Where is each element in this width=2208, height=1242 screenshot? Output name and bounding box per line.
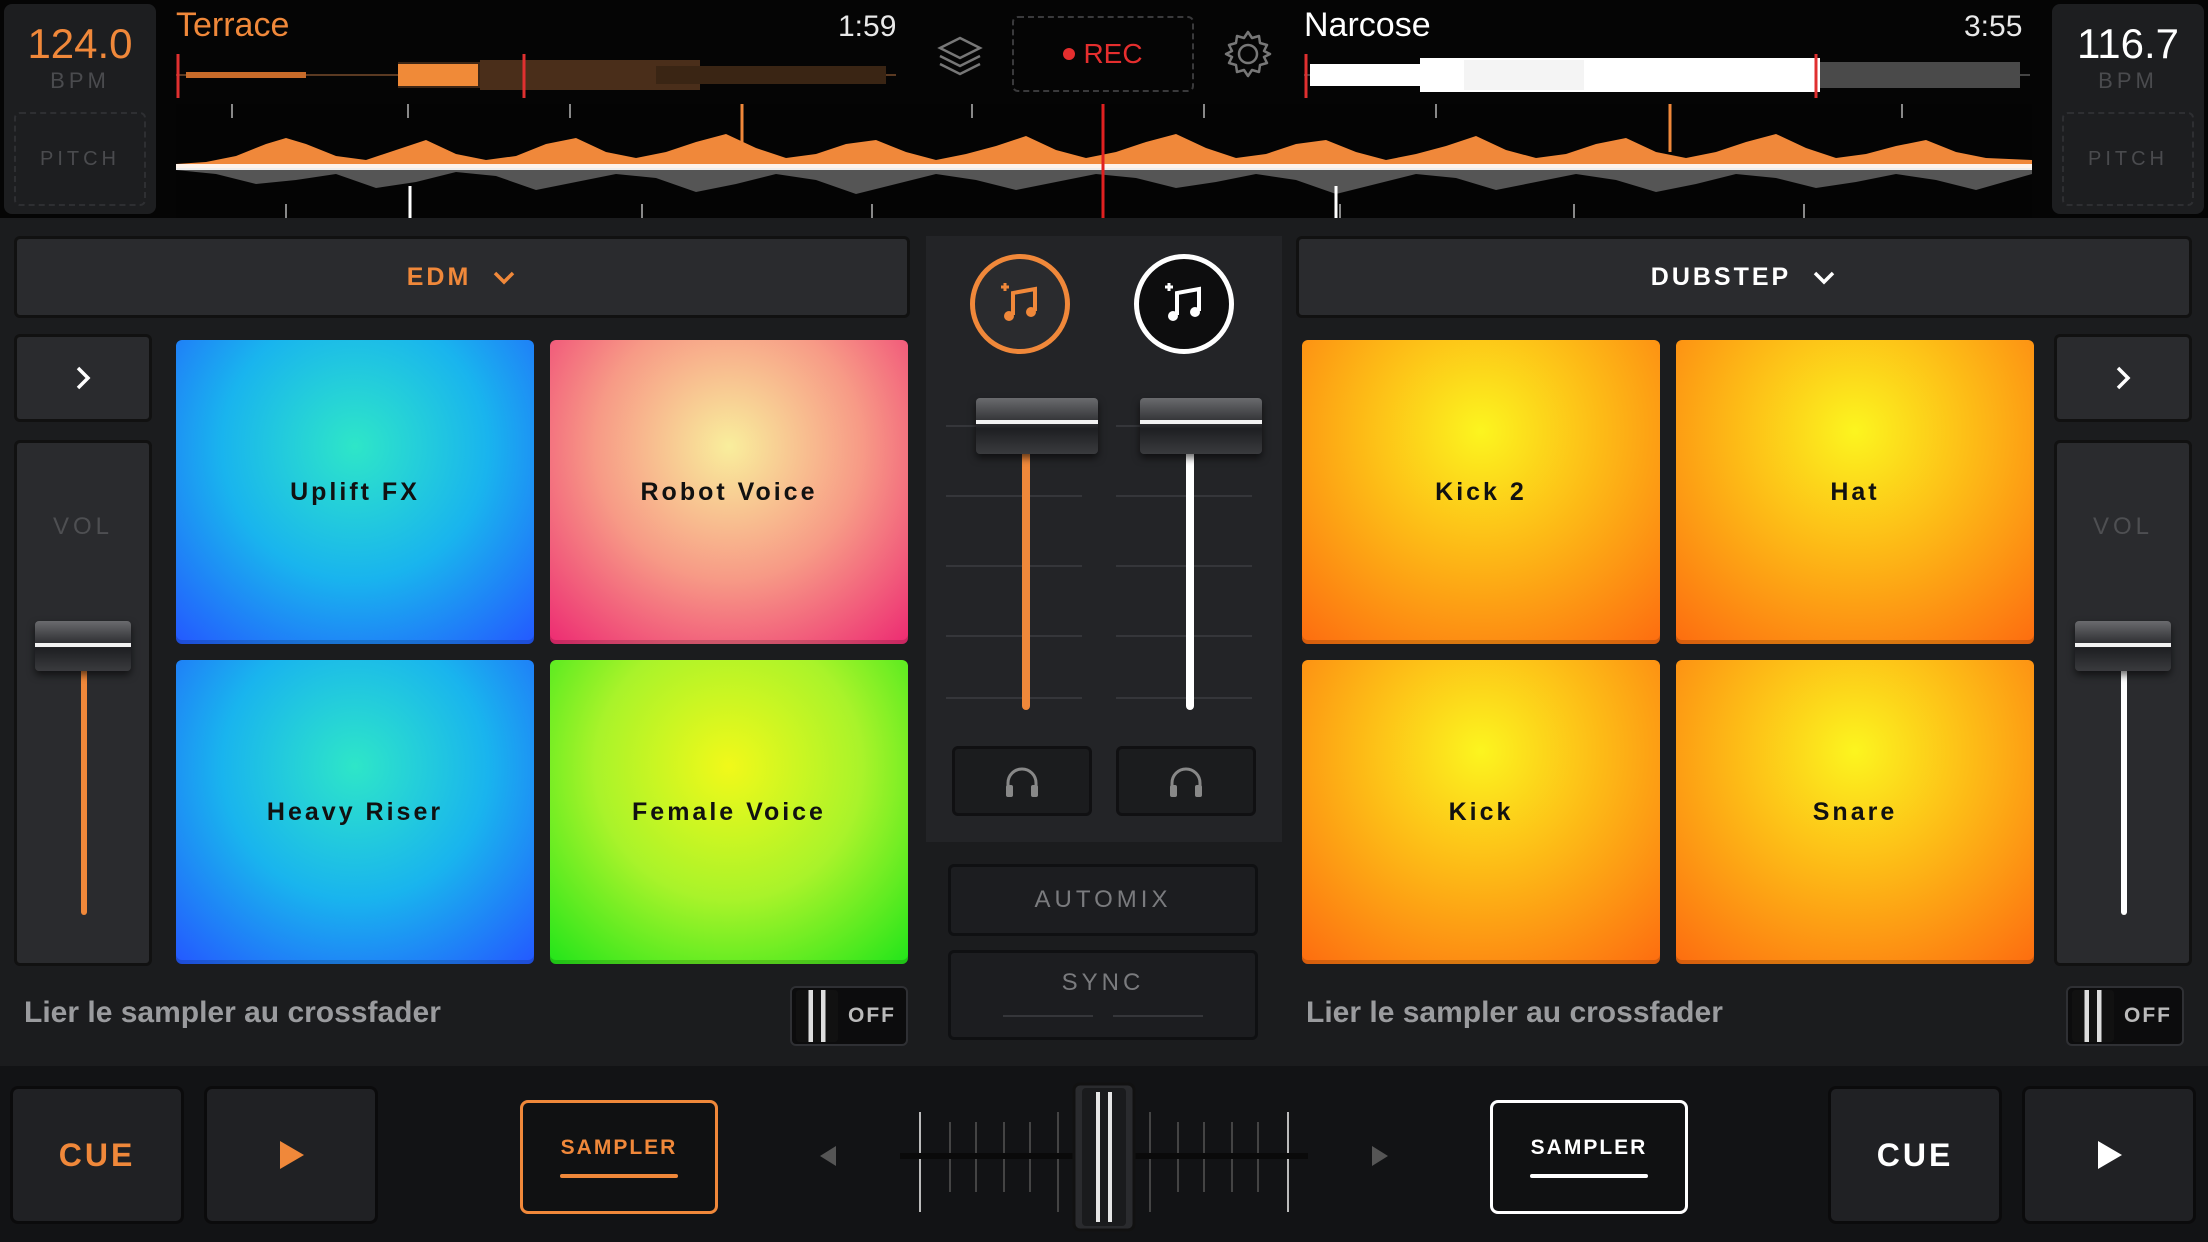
deck-b-track-time: 3:55 xyxy=(1964,10,2023,43)
play-icon xyxy=(280,1141,304,1169)
sampler-label: SAMPLER xyxy=(560,1136,678,1159)
sampler-underline xyxy=(560,1174,678,1178)
headphones-icon xyxy=(1170,767,1202,797)
pad-kick[interactable]: Kick xyxy=(1302,660,1660,964)
sync-indicator xyxy=(1003,1015,1203,1017)
pad-label: Uplift FX xyxy=(290,477,420,506)
deck-a-overview-waveform[interactable] xyxy=(176,52,896,98)
add-music-icon xyxy=(1001,283,1037,321)
pad-label: Kick 2 xyxy=(1435,477,1527,506)
chevron-right-icon xyxy=(2116,366,2131,390)
automix-button[interactable]: AUTOMIX xyxy=(948,864,1258,936)
deck-a-genre-selector[interactable]: EDM xyxy=(14,236,910,318)
add-music-icon xyxy=(1165,283,1201,321)
deck-b-pitch-button[interactable]: PITCH xyxy=(2062,112,2194,206)
record-label: REC xyxy=(1083,38,1143,69)
deck-a-next-page-button[interactable] xyxy=(14,334,152,422)
deck-a-headphone-button[interactable] xyxy=(952,746,1092,816)
headphones-icon xyxy=(1006,767,1038,797)
toggle-knob xyxy=(2072,990,2114,1042)
deck-a-crossfader-link-toggle[interactable]: OFF xyxy=(790,986,908,1046)
deck-b-overview-waveform[interactable] xyxy=(1304,52,2030,98)
toggle-knob xyxy=(796,990,838,1042)
pad-uplift-fx[interactable]: Uplift FX xyxy=(176,340,534,644)
deck-b-track-title: Narcose xyxy=(1304,6,1431,44)
pad-label: Hat xyxy=(1830,477,1880,506)
deck-a-crossfader-link-label: Lier le sampler au crossfader xyxy=(24,996,441,1029)
deck-b-cue-button[interactable]: CUE xyxy=(1828,1086,2002,1224)
chevron-right-icon xyxy=(76,366,91,390)
deck-b-channel-fader[interactable] xyxy=(1140,398,1262,454)
sync-label: SYNC xyxy=(1061,969,1145,996)
deck-b-load-track-button[interactable] xyxy=(1134,254,1234,354)
top-bar: 124.0 BPM PITCH Terrace 1:59 REC Narcose… xyxy=(0,0,2208,218)
deck-b-genre-label: DUBSTEP xyxy=(1650,262,1792,291)
deck-b-crossfader-link-label: Lier le sampler au crossfader xyxy=(1306,996,1723,1029)
deck-a-play-button[interactable] xyxy=(204,1086,378,1224)
deck-a-vol-label: VOL xyxy=(52,513,114,540)
chevron-down-icon xyxy=(1813,271,1835,285)
deck-b-volume-track xyxy=(2121,653,2127,915)
deck-b-bpm-unit: BPM xyxy=(2098,68,2158,93)
deck-b-genre-selector[interactable]: DUBSTEP xyxy=(1296,236,2192,318)
deck-b-sampler-button[interactable]: SAMPLER xyxy=(1490,1100,1688,1214)
deck-b-bpm-value: 116.7 xyxy=(2077,20,2179,67)
deck-b-channel-track xyxy=(1186,446,1194,710)
layers-icon[interactable] xyxy=(934,30,986,82)
deck-b-headphone-button[interactable] xyxy=(1116,746,1256,816)
deck-a-volume-track xyxy=(81,653,87,915)
deck-b-next-page-button[interactable] xyxy=(2054,334,2192,422)
deck-b-crossfader-link-toggle[interactable]: OFF xyxy=(2066,986,2184,1046)
deck-a-channel-fader[interactable] xyxy=(976,398,1098,454)
pad-snare[interactable]: Snare xyxy=(1676,660,2034,964)
deck-a-load-track-button[interactable] xyxy=(970,254,1070,354)
crossfader[interactable] xyxy=(812,1082,1396,1232)
main-waveform[interactable] xyxy=(176,104,2032,218)
record-dot-icon xyxy=(1063,48,1076,60)
pad-kick-2[interactable]: Kick 2 xyxy=(1302,340,1660,644)
deck-a-sampler-button[interactable]: SAMPLER xyxy=(520,1100,718,1214)
pad-heavy-riser[interactable]: Heavy Riser xyxy=(176,660,534,964)
toggle-label: OFF xyxy=(2124,1004,2172,1027)
sampler-label: SAMPLER xyxy=(1530,1136,1648,1159)
deck-a-track-title: Terrace xyxy=(176,6,290,44)
crossfader-right-arrow-icon xyxy=(1372,1146,1388,1166)
deck-a-cue-button[interactable]: CUE xyxy=(10,1086,184,1224)
pad-label: Female Voice xyxy=(632,797,826,826)
pad-robot-voice[interactable]: Robot Voice xyxy=(550,340,908,644)
deck-a-volume-panel: VOL xyxy=(14,440,152,966)
pad-label: Snare xyxy=(1812,797,1898,826)
pad-label: Heavy Riser xyxy=(266,797,444,826)
sampler-underline xyxy=(1530,1174,1648,1178)
deck-b-bpm-panel: 116.7 BPM PITCH xyxy=(2052,4,2204,214)
record-button[interactable]: REC xyxy=(1012,16,1194,92)
deck-a-volume-fader[interactable] xyxy=(35,621,131,671)
pad-label: Robot Voice xyxy=(640,477,818,506)
deck-a-channel-track xyxy=(1022,446,1030,710)
crossfader-left-arrow-icon xyxy=(820,1146,836,1166)
deck-b-volume-fader[interactable] xyxy=(2075,621,2171,671)
deck-a-bpm-unit: BPM xyxy=(50,68,110,93)
toggle-label: OFF xyxy=(848,1004,896,1027)
pad-label: Kick xyxy=(1448,797,1514,826)
deck-a-bpm-panel: 124.0 BPM PITCH xyxy=(4,4,156,214)
deck-b-play-button[interactable] xyxy=(2022,1086,2196,1224)
deck-a-pitch-button[interactable]: PITCH xyxy=(14,112,146,206)
chevron-down-icon xyxy=(494,271,515,285)
deck-a-bpm-value: 124.0 xyxy=(27,20,133,67)
gear-icon[interactable] xyxy=(1222,28,1274,80)
pad-female-voice[interactable]: Female Voice xyxy=(550,660,908,964)
mixer-panel xyxy=(926,236,1282,842)
sync-button[interactable]: SYNC xyxy=(948,950,1258,1040)
deck-a-track-time: 1:59 xyxy=(838,10,897,43)
play-icon xyxy=(2098,1141,2122,1169)
deck-b-vol-label: VOL xyxy=(2092,513,2154,540)
deck-a-genre-label: EDM xyxy=(406,262,472,291)
deck-b-volume-panel: VOL xyxy=(2054,440,2192,966)
pad-hat[interactable]: Hat xyxy=(1676,340,2034,644)
